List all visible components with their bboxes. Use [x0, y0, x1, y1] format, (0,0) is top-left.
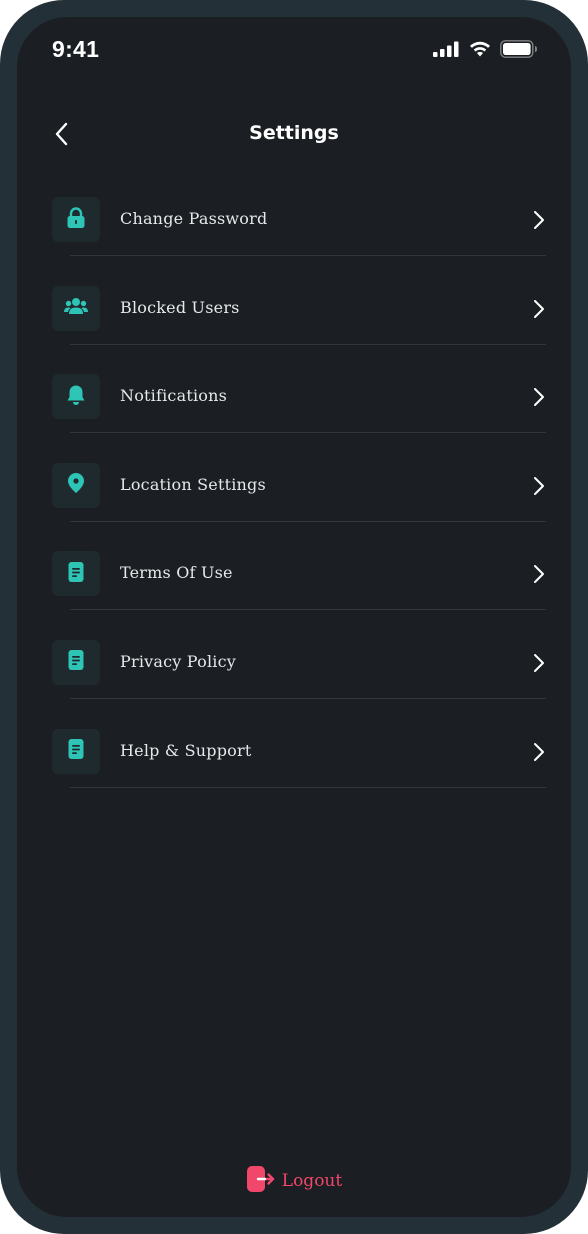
lock-icon	[66, 206, 86, 233]
divider	[70, 255, 546, 256]
settings-item-label: Change Password	[120, 209, 268, 228]
chevron-right-icon	[532, 209, 546, 231]
icon-tile	[52, 197, 100, 242]
screen: 9:41 Settings Change Password Blocked Us…	[17, 17, 571, 1217]
users-icon	[64, 296, 88, 320]
wifi-icon	[469, 41, 491, 57]
bell-icon	[67, 384, 85, 410]
settings-item-notifications[interactable]: Notifications	[52, 374, 546, 463]
chevron-right-icon	[532, 298, 546, 320]
settings-item-label: Help & Support	[120, 740, 252, 760]
chevron-right-icon	[532, 475, 546, 497]
status-icons	[433, 40, 538, 58]
logout-icon	[246, 1165, 276, 1197]
chevron-right-icon	[532, 652, 546, 674]
settings-item-label: Location Settings	[120, 474, 266, 494]
divider	[70, 697, 546, 699]
divider	[70, 432, 546, 434]
phone-frame: 9:41 Settings Change Password Blocked Us…	[0, 0, 588, 1234]
page-title: Settings	[249, 122, 339, 144]
settings-item-terms-of-use[interactable]: Terms Of Use	[52, 551, 546, 640]
settings-item-label: Blocked Users	[120, 297, 240, 317]
document-icon	[67, 561, 85, 587]
settings-item-privacy-policy[interactable]: Privacy Policy	[52, 639, 546, 729]
settings-item-change-password[interactable]: Change Password	[52, 197, 546, 286]
divider	[70, 786, 546, 788]
divider	[70, 343, 546, 345]
cellular-signal-icon	[433, 41, 460, 57]
settings-item-blocked-users[interactable]: Blocked Users	[52, 285, 546, 375]
logout-label: Logout	[281, 1171, 343, 1191]
settings-item-location-settings[interactable]: Location Settings	[52, 462, 546, 552]
status-time: 9:41	[52, 36, 100, 62]
icon-tile	[52, 551, 100, 597]
logout-button[interactable]: Logout	[17, 1165, 571, 1197]
location-pin-icon	[67, 472, 85, 498]
icon-tile	[52, 639, 100, 685]
settings-item-help-support[interactable]: Help & Support	[52, 728, 546, 818]
divider	[70, 609, 546, 611]
settings-item-label: Notifications	[120, 386, 228, 406]
document-icon	[67, 738, 85, 764]
settings-list: Change Password Blocked Users Notificati…	[52, 197, 546, 817]
icon-tile	[52, 285, 100, 331]
battery-icon	[500, 40, 538, 58]
settings-item-label: Privacy Policy	[120, 651, 236, 671]
icon-tile	[52, 728, 100, 774]
divider	[70, 520, 546, 522]
settings-item-label: Terms Of Use	[120, 563, 233, 583]
document-icon	[67, 649, 85, 675]
icon-tile	[52, 374, 100, 420]
chevron-right-icon	[532, 741, 546, 763]
chevron-right-icon	[532, 386, 546, 408]
chevron-right-icon	[532, 563, 546, 585]
icon-tile	[52, 462, 100, 508]
